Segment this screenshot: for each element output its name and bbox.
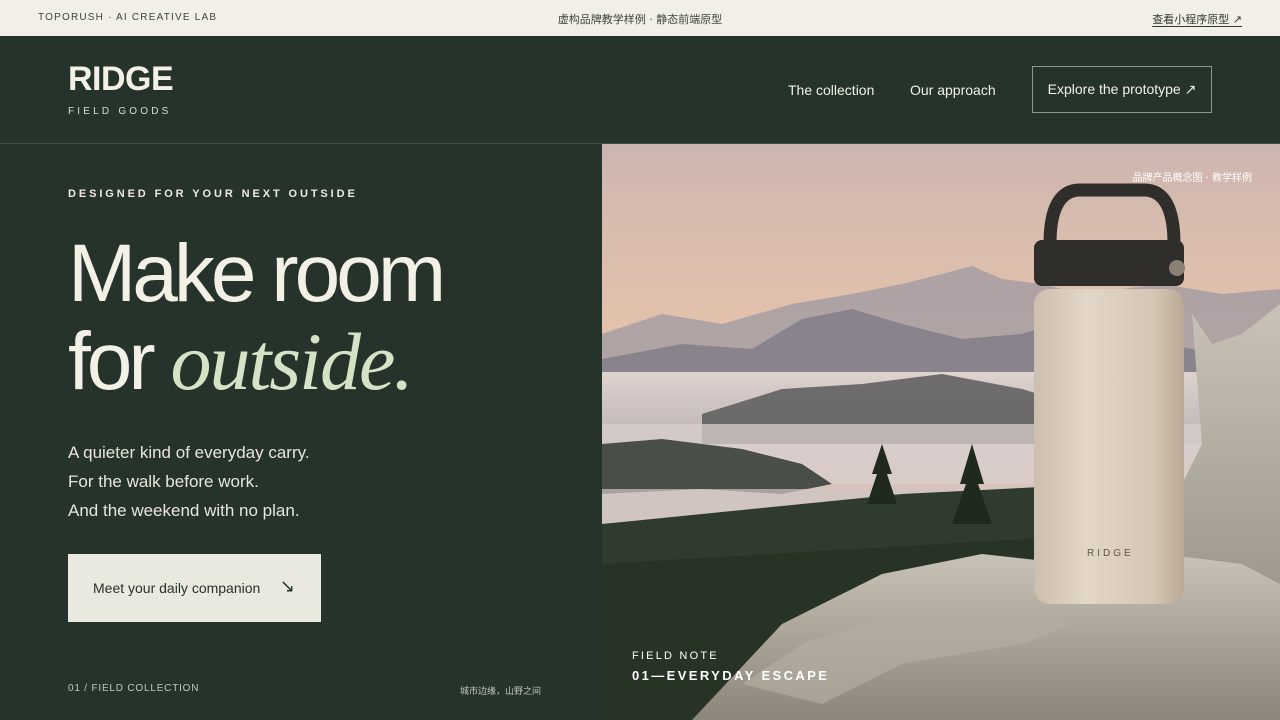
headline-accent: outside. (170, 316, 413, 407)
explore-prototype-button[interactable]: Explore the prototype ↗ (1032, 66, 1212, 113)
hero-text-panel: DESIGNED FOR YOUR NEXT OUTSIDE Make room… (0, 144, 602, 720)
bottle-brand-mark: RIDGE (1087, 548, 1134, 559)
hero-headline: Make room for outside. (68, 228, 446, 406)
hero-image: RIDGE 品牌产品概念图 · 教学样例 FIELD NOTE 01—EVERY… (602, 144, 1280, 720)
arrow-down-right-icon: ↘ (279, 576, 295, 596)
site-header: RIDGE FIELD GOODS The collection Our app… (0, 36, 1280, 144)
hero-body: A quieter kind of everyday carry. For th… (68, 438, 310, 525)
hero-eyebrow: DESIGNED FOR YOUR NEXT OUTSIDE (68, 188, 358, 200)
hero-body-line: A quieter kind of everyday carry. (68, 443, 310, 462)
top-utility-bar: TOPORUSH · AI CREATIVE LAB 虚构品牌教学样例 · 静态… (0, 0, 1280, 36)
headline-line-1: Make room (68, 228, 446, 319)
hero-body-line: And the weekend with no plan. (68, 501, 300, 520)
headline-prefix: for (68, 316, 171, 407)
headline-line-2: for outside. (68, 318, 442, 406)
bottle-cap (1034, 240, 1184, 286)
field-note-title: 01—EVERYDAY ESCAPE (632, 668, 830, 683)
image-caption: 品牌产品概念图 · 教学样例 (1132, 173, 1252, 184)
meet-companion-button[interactable]: Meet your daily companion ↘ (68, 554, 321, 622)
location-tagline: 城市边缘，山野之间 (460, 687, 542, 697)
nav-approach-link[interactable]: Our approach (910, 82, 996, 98)
meet-companion-label: Meet your daily companion (93, 580, 261, 596)
hero-body-line: For the walk before work. (68, 472, 259, 491)
ridge-bottle: RIDGE (1034, 183, 1185, 604)
nav-collection-link[interactable]: The collection (788, 82, 874, 98)
view-miniprogram-link[interactable]: 查看小程序原型 ↗ (1152, 11, 1242, 27)
brand-logo[interactable]: RIDGE FIELD GOODS (68, 60, 174, 117)
logo-tagline: FIELD GOODS (68, 106, 172, 117)
bottle-hinge (1169, 260, 1185, 276)
logo-wordmark: RIDGE (68, 60, 174, 98)
field-note: FIELD NOTE 01—EVERYDAY ESCAPE (632, 650, 829, 683)
field-note-label: FIELD NOTE (632, 650, 719, 662)
collection-index: 01 / FIELD COLLECTION (68, 683, 200, 694)
prototype-note: 虚构品牌教学样例 · 静态前端原型 (557, 13, 723, 26)
mountain-bottle-illustration: RIDGE (602, 144, 1280, 720)
